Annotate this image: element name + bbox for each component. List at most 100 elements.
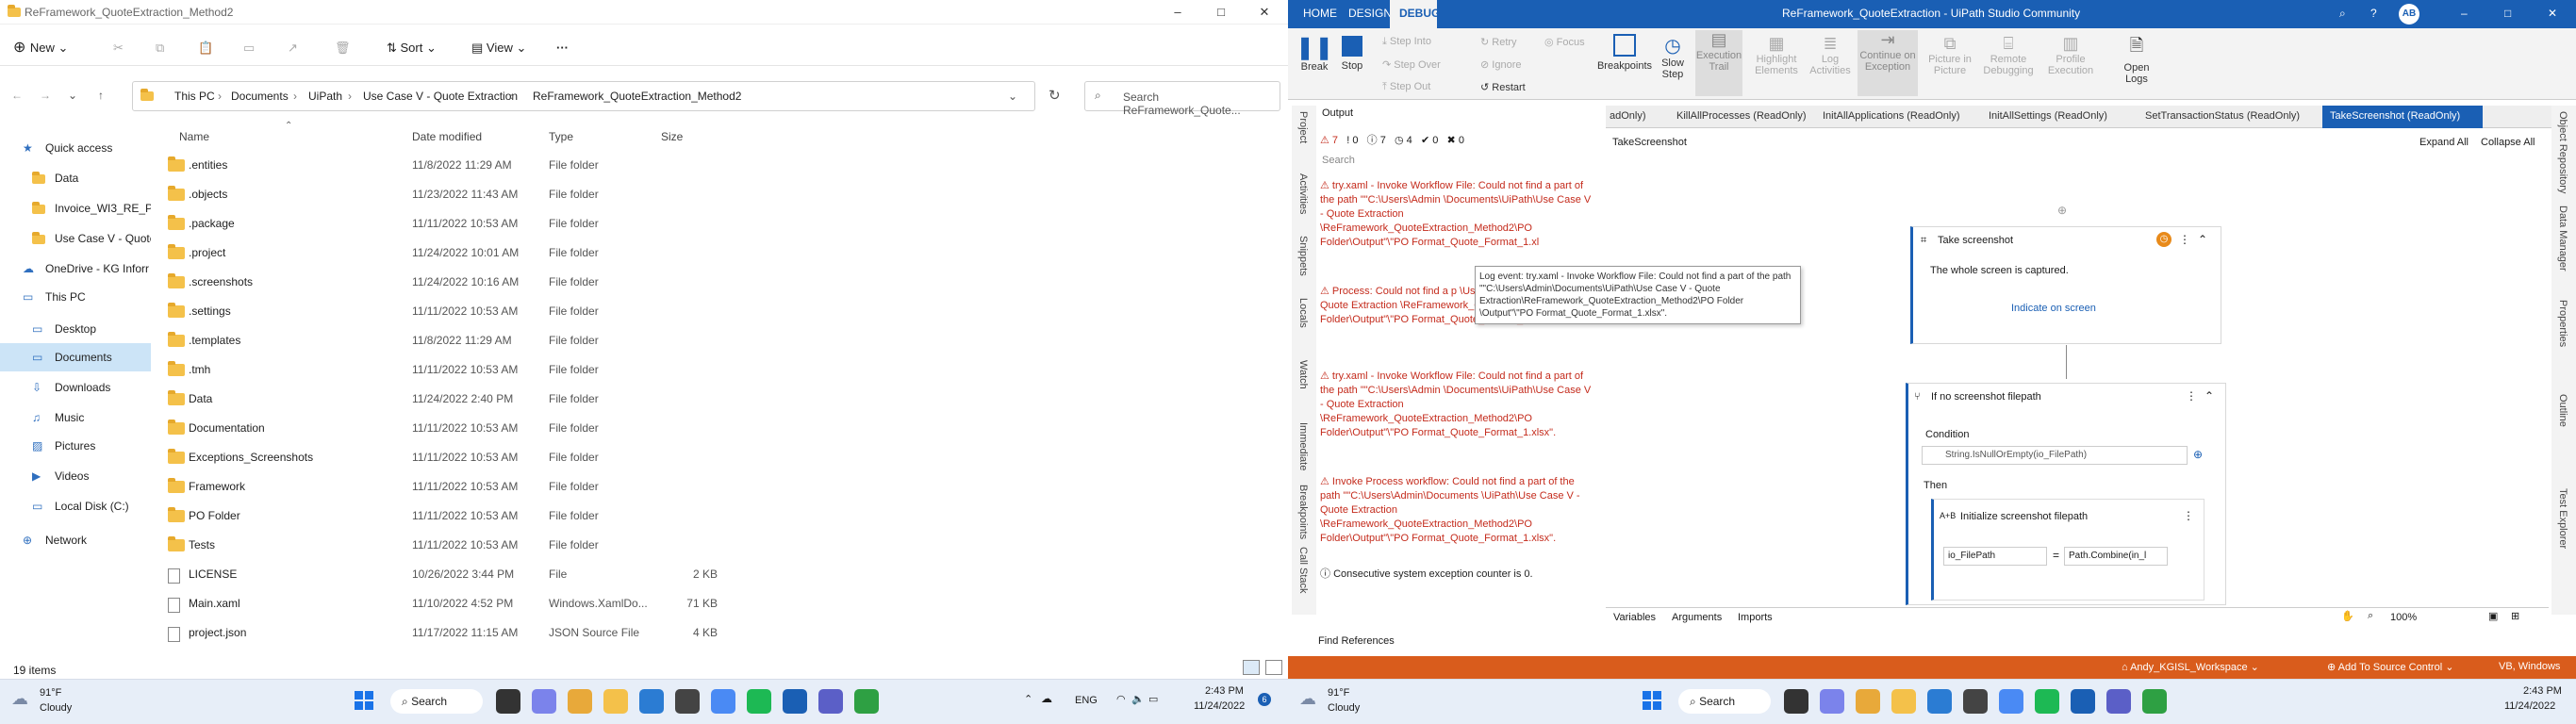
file-row[interactable]: .settings 11/11/2022 10:53 AM File folder xyxy=(160,297,1282,326)
zoom-level[interactable]: 100% xyxy=(2390,612,2417,623)
start-icon[interactable] xyxy=(355,691,373,710)
close-button[interactable]: ✕ xyxy=(1243,0,1286,25)
speaker-icon[interactable]: 🔈 xyxy=(1131,693,1145,705)
assign-activity[interactable]: A+B Initialize screenshot filepath ⋮ io_… xyxy=(1931,499,2204,601)
ignore-button[interactable]: ⊘ Ignore xyxy=(1480,58,1521,71)
add-icon[interactable]: ⊕ xyxy=(2193,448,2203,461)
doc-tab[interactable]: SetTransactionStatus (ReadOnly) xyxy=(2145,110,2300,122)
uipath-icon[interactable] xyxy=(2071,689,2095,714)
side-tab[interactable]: Outline xyxy=(2557,394,2568,427)
source-control-button[interactable]: ⊕ Add To Source Control ⌄ xyxy=(2327,661,2453,673)
column-header-date[interactable]: Date modified xyxy=(412,130,482,143)
side-tab[interactable]: Locals xyxy=(1297,298,1309,328)
mail-icon[interactable] xyxy=(639,689,664,714)
chevron-down-icon[interactable]: ⌄ xyxy=(68,89,77,102)
continue-on-exception-button[interactable]: ⇥ Continue on Exception xyxy=(1858,30,1918,96)
start-icon[interactable] xyxy=(1643,691,1661,710)
teams-icon[interactable] xyxy=(2106,689,2131,714)
take-screenshot-activity[interactable]: ⌗ Take screenshot ◷ ⋮ ⌃ The whole screen… xyxy=(1910,226,2221,344)
tab-home[interactable]: HOME xyxy=(1303,7,1337,20)
side-tab[interactable]: Data Manager xyxy=(2557,206,2568,272)
paste-icon[interactable]: 📋 xyxy=(198,36,213,60)
file-explorer-icon[interactable] xyxy=(1891,689,1916,714)
imports-tab[interactable]: Imports xyxy=(1738,612,1773,623)
teams-icon[interactable] xyxy=(818,689,843,714)
up-icon[interactable]: ↑ xyxy=(98,89,104,102)
chat-icon[interactable] xyxy=(532,689,556,714)
new-button[interactable]: ⊕ New ⌄ xyxy=(13,36,68,60)
tiles-view-icon[interactable] xyxy=(1265,660,1282,675)
warning-filter-icon[interactable]: ! 0 xyxy=(1346,135,1358,146)
condition-input[interactable]: String.IsNullOrEmpty(io_FilePath) xyxy=(1922,446,2188,465)
nav-item-music[interactable]: ♫ Music xyxy=(0,403,151,432)
more-menu-icon[interactable]: ⋮ xyxy=(2183,509,2194,522)
trace-filter-icon[interactable]: ◷ 4 xyxy=(1395,135,1412,146)
more-menu-icon[interactable]: ⋮ xyxy=(2179,233,2190,246)
copilot-icon[interactable] xyxy=(1856,689,1880,714)
task-view-icon[interactable] xyxy=(1784,689,1808,714)
breadcrumb-item[interactable]: Documents xyxy=(231,90,289,103)
file-row[interactable]: .entities 11/8/2022 11:29 AM File folder xyxy=(160,151,1282,180)
close-button[interactable]: ✕ xyxy=(2548,7,2557,20)
file-row[interactable]: Tests 11/11/2022 10:53 AM File folder xyxy=(160,531,1282,560)
wifi-icon[interactable]: ◠ xyxy=(1116,693,1126,705)
file-row[interactable]: LICENSE 10/26/2022 3:44 PM File 2 KB xyxy=(160,560,1282,589)
avatar[interactable]: AB xyxy=(2399,4,2419,25)
chrome-icon[interactable] xyxy=(1999,689,2023,714)
breakpoints-button[interactable]: Breakpoints xyxy=(1595,34,1654,72)
slow-step-button[interactable]: ◷ Slow Step xyxy=(1658,34,1688,80)
more-button[interactable]: ··· xyxy=(556,36,569,60)
maximize-button[interactable]: □ xyxy=(1199,0,1243,25)
log-error-entry[interactable]: ⚠ try.xaml - Invoke Workflow File: Could… xyxy=(1320,370,1593,440)
zoom-icon[interactable]: ⌕ xyxy=(2368,610,2373,622)
delete-icon[interactable]: 🗑 xyxy=(335,36,351,60)
assign-to-input[interactable]: io_FilePath xyxy=(1943,547,2047,566)
nav-item-this-pc[interactable]: ▭ This PC xyxy=(0,283,151,311)
verbose-filter-icon[interactable]: ✔ 0 xyxy=(1421,135,1438,146)
cut-icon[interactable]: ✂ xyxy=(113,36,124,60)
store-icon[interactable] xyxy=(1963,689,1988,714)
task-view-icon[interactable] xyxy=(496,689,520,714)
profile-execution-button[interactable]: ▥ Profile Execution xyxy=(2042,34,2099,76)
back-icon[interactable]: ← xyxy=(11,89,23,102)
nav-item-invoice[interactable]: Invoice_WI3_RE_Pe xyxy=(0,194,151,222)
cloud-icon[interactable]: ☁ xyxy=(1041,692,1052,705)
language-indicator[interactable]: ENG xyxy=(1075,695,1098,706)
expand-all-button[interactable]: Expand All xyxy=(2419,137,2469,148)
clock-date[interactable]: 11/24/2022 xyxy=(2504,700,2555,712)
file-explorer-icon[interactable] xyxy=(603,689,628,714)
help-icon[interactable]: ? xyxy=(2370,7,2377,20)
stop-button[interactable]: Stop xyxy=(1335,34,1369,72)
hand-icon[interactable]: ✋ xyxy=(2341,610,2354,622)
chevron-down-icon[interactable]: ⌄ xyxy=(1008,90,1017,103)
column-header-type[interactable]: Type xyxy=(549,130,573,143)
nav-item-desktop[interactable]: ▭ Desktop xyxy=(0,315,151,343)
find-references-tab[interactable]: Find References xyxy=(1318,635,1395,647)
search-icon[interactable]: ⌕ xyxy=(2339,7,2346,21)
variables-tab[interactable]: Variables xyxy=(1613,612,1656,623)
green-app-icon[interactable] xyxy=(2142,689,2167,714)
retry-button[interactable]: ↻ Retry xyxy=(1480,36,1517,48)
clock-date[interactable]: 11/24/2022 xyxy=(1194,700,1245,712)
tab-design[interactable]: DESIGN xyxy=(1348,7,1392,20)
side-tab[interactable]: Properties xyxy=(2557,300,2568,347)
overview-icon[interactable]: ⊞ xyxy=(2511,610,2519,622)
minimize-button[interactable]: – xyxy=(2461,7,2468,20)
chrome-icon[interactable] xyxy=(711,689,735,714)
weather-icon[interactable]: ☁ xyxy=(1299,689,1316,709)
add-activity-icon[interactable]: ⊕ xyxy=(2057,204,2067,217)
side-tab[interactable]: Watch xyxy=(1297,360,1309,389)
workspace-selector[interactable]: ⌂ Andy_KGISL_Workspace ⌄ xyxy=(2122,661,2259,673)
doc-tab[interactable]: InitAllSettings (ReadOnly) xyxy=(1989,110,2107,122)
side-tab[interactable]: Snippets xyxy=(1297,236,1309,276)
side-tab[interactable]: Activities xyxy=(1297,173,1309,214)
battery-icon[interactable]: ▭ xyxy=(1148,693,1158,705)
file-row[interactable]: Documentation 11/11/2022 10:53 AM File fol… xyxy=(160,414,1282,443)
details-view-icon[interactable] xyxy=(1243,660,1260,675)
tray-chevron-icon[interactable]: ⌃ xyxy=(1024,693,1032,705)
open-logs-button[interactable]: 🗎 Open Logs xyxy=(2118,34,2155,85)
picture-in-picture-button[interactable]: ⧉ Picture in Picture xyxy=(1924,34,1976,76)
file-row[interactable]: .templates 11/8/2022 11:29 AM File folder xyxy=(160,326,1282,355)
column-header-name[interactable]: Name xyxy=(179,130,209,143)
step-into-button[interactable]: ⤓ Step Into xyxy=(1382,36,1431,48)
